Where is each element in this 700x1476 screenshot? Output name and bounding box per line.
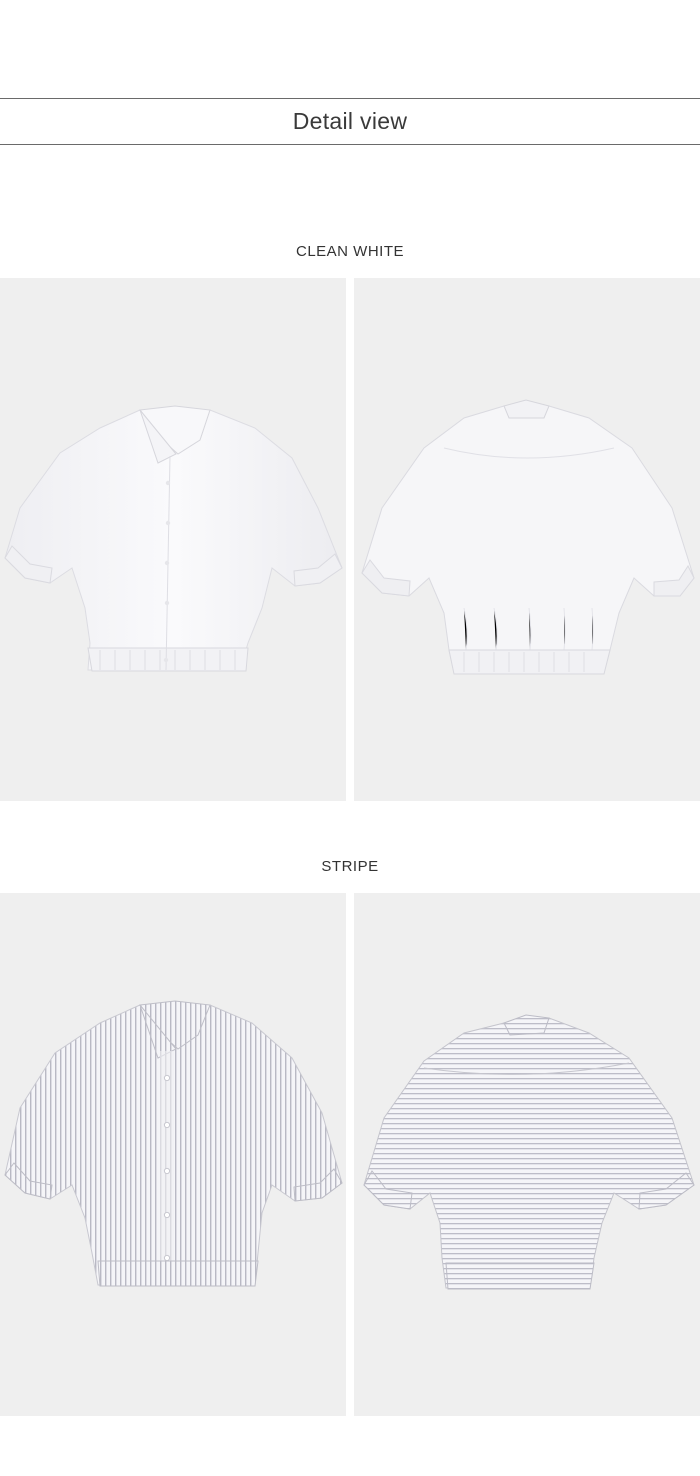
clean-white-back-photo [354,278,700,801]
stripe-front-photo [0,893,346,1416]
shirt-back-stripe-image [363,1014,695,1290]
shirt-front-stripe-image [4,1000,343,1287]
shirt-front-white-image [4,405,343,672]
detail-view-header: Detail view [0,98,700,145]
page-title: Detail view [292,108,408,134]
section-title-clean-white: CLEAN WHITE [295,243,404,260]
stripe-back-photo [354,893,700,1416]
clean-white-front-photo [0,278,346,801]
shirt-back-white-image [361,399,695,675]
section-title-stripe: STRIPE [321,858,379,875]
